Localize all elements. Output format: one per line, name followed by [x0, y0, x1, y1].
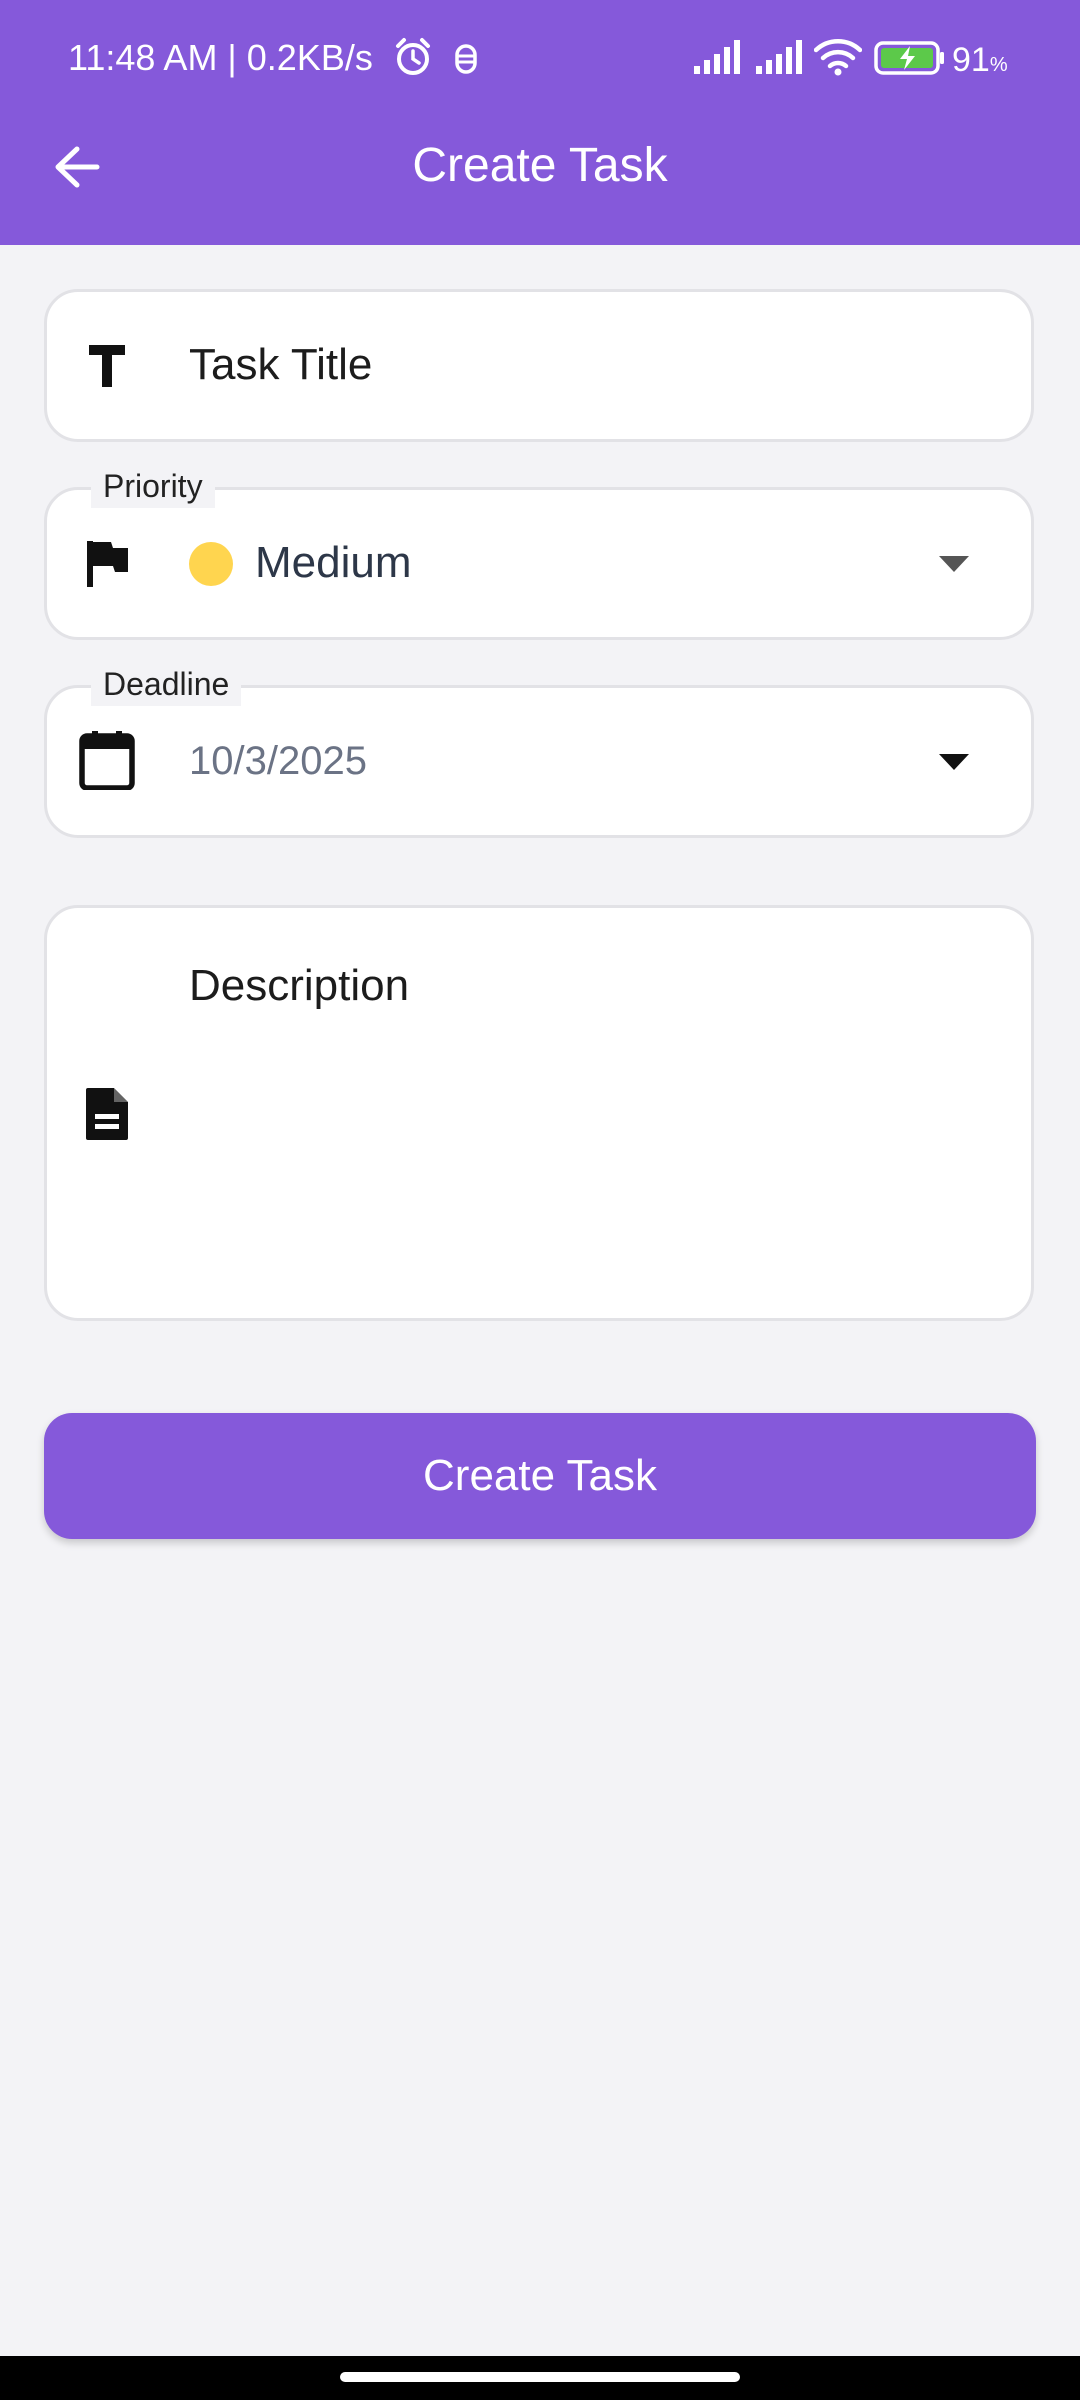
document-icon [79, 1086, 135, 1142]
app-bar: 11:48 AM | 0.2KB/s 91% Create Task [0, 0, 1080, 245]
priority-color-dot [189, 542, 233, 586]
battery-charging-icon [874, 41, 944, 75]
priority-dropdown[interactable]: Priority Medium [44, 464, 1034, 640]
status-time: 11:48 AM | 0.2KB/s [68, 37, 373, 78]
chevron-down-icon [939, 754, 969, 770]
signal-icon [756, 40, 802, 74]
priority-value: Medium [255, 538, 412, 587]
wifi-icon [814, 39, 862, 76]
deadline-picker[interactable]: Deadline 10/3/2025 [44, 662, 1034, 838]
description-placeholder: Description [189, 961, 410, 1010]
task-title-placeholder: Task Title [189, 340, 373, 389]
calendar-icon [79, 731, 135, 790]
create-task-button[interactable]: Create Task [44, 1413, 1036, 1539]
home-indicator[interactable] [340, 2372, 740, 2382]
text-title-icon [79, 338, 135, 394]
priority-label: Priority [91, 464, 215, 508]
deadline-value: 10/3/2025 [189, 739, 367, 783]
description-textarea[interactable]: Description [44, 905, 1034, 1321]
signal-icon [694, 40, 740, 74]
system-nav-bar [0, 2356, 1080, 2400]
page-title: Create Task [412, 139, 668, 192]
chevron-down-icon [939, 556, 969, 572]
battery-percentage: 91% [952, 41, 1008, 79]
task-title-input[interactable]: Task Title [44, 289, 1034, 442]
notification-icon [455, 44, 477, 74]
deadline-label: Deadline [91, 662, 242, 706]
flag-icon [79, 536, 135, 592]
status-bar: 11:48 AM | 0.2KB/s 91% [0, 0, 1080, 118]
alarm-icon [396, 38, 430, 75]
